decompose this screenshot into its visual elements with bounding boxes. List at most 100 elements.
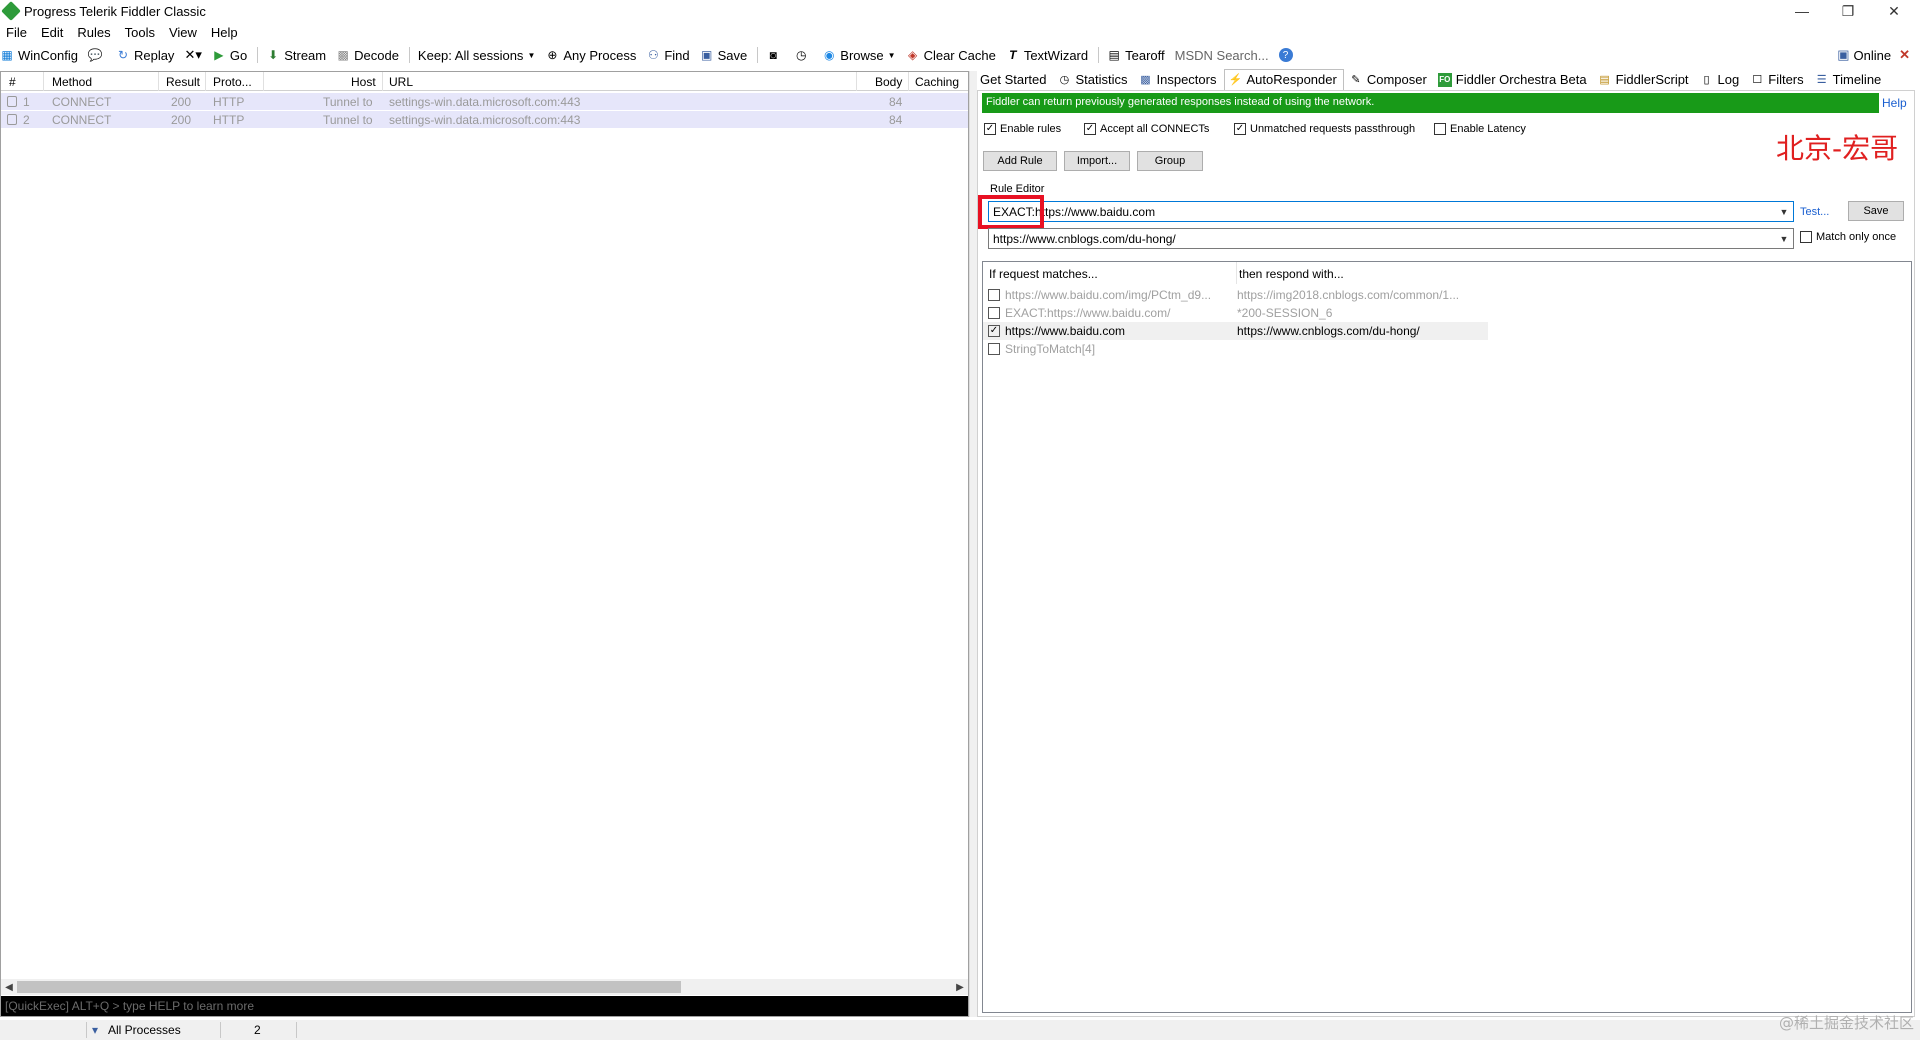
go-button[interactable]: ▶ Go xyxy=(212,48,247,63)
tab-composer[interactable]: ✎ Composer xyxy=(1346,70,1433,90)
col-body[interactable]: Body xyxy=(875,75,902,89)
session-row[interactable]: 2 CONNECT 200 HTTP Tunnel to settings-wi… xyxy=(1,111,968,128)
col-url[interactable]: URL xyxy=(389,75,413,89)
minimize-button[interactable]: — xyxy=(1780,0,1824,22)
tab-log[interactable]: ▯ Log xyxy=(1697,70,1746,90)
rule-row[interactable]: EXACT:https://www.baidu.com/ *200-SESSIO… xyxy=(983,304,1488,322)
save-button[interactable]: ▣ Save xyxy=(700,48,747,63)
horizontal-scrollbar[interactable]: ◀ ▶ xyxy=(1,979,968,995)
stream-button[interactable]: ⬇ Stream xyxy=(266,48,326,63)
tab-statistics[interactable]: ◷ Statistics xyxy=(1054,70,1133,90)
session-protocol: HTTP xyxy=(213,113,245,127)
filter-icon: ☐ xyxy=(1752,74,1763,86)
decode-button[interactable]: ▩ Decode xyxy=(336,48,398,63)
rule-row[interactable]: ✓ https://www.baidu.com https://www.cnbl… xyxy=(983,322,1488,340)
session-host: Tunnel to xyxy=(323,113,373,127)
text-icon: T xyxy=(1009,48,1017,62)
process-filter[interactable]: All Processes xyxy=(108,1023,181,1037)
chevron-down-icon[interactable]: ▼ xyxy=(1777,231,1791,246)
col-protocol[interactable]: Proto... xyxy=(213,75,252,89)
tab-fiddlerscript[interactable]: ▤ FiddlerScript xyxy=(1595,70,1695,90)
rule-checkbox[interactable] xyxy=(988,343,1000,355)
timer-button[interactable]: ◷ xyxy=(794,48,812,62)
tab-filters[interactable]: ☐ Filters xyxy=(1747,70,1809,90)
restore-button[interactable]: ❐ xyxy=(1826,0,1870,22)
match-input[interactable]: EXACT:https://www.baidu.com ▼ xyxy=(988,201,1794,222)
winconfig-button[interactable]: ▦ WinConfig xyxy=(0,48,78,63)
panel-splitter[interactable] xyxy=(969,71,977,1017)
comment-button[interactable]: 💬 xyxy=(88,48,106,62)
menu-rules[interactable]: Rules xyxy=(77,25,110,40)
rule-row[interactable]: https://www.baidu.com/img/PCtm_d9... htt… xyxy=(983,286,1488,304)
unmatched-passthrough-checkbox[interactable]: ✓ Unmatched requests passthrough xyxy=(1234,123,1415,135)
menu-view[interactable]: View xyxy=(169,25,197,40)
textwizard-label: TextWizard xyxy=(1023,47,1089,63)
add-rule-button[interactable]: Add Rule xyxy=(983,151,1057,171)
import-button[interactable]: Import... xyxy=(1064,151,1130,171)
binoculars-icon: ⚇ xyxy=(647,48,659,62)
col-caching[interactable]: Caching xyxy=(915,75,959,89)
rule-checkbox[interactable] xyxy=(988,307,1000,319)
tab-fiddler-orchestra[interactable]: FO Fiddler Orchestra Beta xyxy=(1435,70,1593,90)
accept-connects-checkbox[interactable]: ✓ Accept all CONNECTs xyxy=(1084,123,1209,135)
replay-button[interactable]: ↻ Replay xyxy=(116,47,175,63)
test-link[interactable]: Test... xyxy=(1800,206,1829,218)
enable-rules-checkbox[interactable]: ✓ Enable rules xyxy=(984,123,1061,135)
tearoff-button[interactable]: ▤ Tearoff xyxy=(1107,48,1164,63)
session-body: 84 xyxy=(889,113,903,127)
session-result: 200 xyxy=(171,95,192,109)
col-result[interactable]: Result xyxy=(166,75,200,89)
save-rule-button[interactable]: Save xyxy=(1848,201,1904,221)
replay-icon: ↻ xyxy=(117,48,128,62)
replay-label: Replay xyxy=(133,47,175,63)
online-label: Online xyxy=(1853,47,1892,63)
col-host[interactable]: Host xyxy=(351,75,376,89)
status-divider xyxy=(220,1022,221,1038)
match-column-header[interactable]: If request matches... xyxy=(989,267,1098,281)
response-input[interactable]: https://www.cnblogs.com/du-hong/ ▼ xyxy=(988,228,1794,249)
tab-autoresponder[interactable]: ⚡ AutoResponder xyxy=(1224,69,1344,90)
help-link[interactable]: Help xyxy=(1882,96,1907,110)
online-status[interactable]: ▣ Online ✕ xyxy=(1837,44,1910,66)
help-button[interactable]: ? xyxy=(1278,48,1297,62)
close-toolbar-icon[interactable]: ✕ xyxy=(1899,47,1910,63)
rule-row[interactable]: StringToMatch[4] xyxy=(983,340,1488,358)
menu-edit[interactable]: Edit xyxy=(41,25,63,40)
col-num[interactable]: # xyxy=(9,75,16,89)
session-row[interactable]: 1 CONNECT 200 HTTP Tunnel to settings-wi… xyxy=(1,93,968,110)
match-only-once-checkbox[interactable]: Match only once xyxy=(1800,231,1896,243)
close-button[interactable]: ✕ xyxy=(1872,0,1916,22)
toolbar-divider xyxy=(408,47,410,63)
tab-timeline[interactable]: ☰ Timeline xyxy=(1812,70,1888,90)
checkbox-label: Accept all CONNECTs xyxy=(1100,123,1210,135)
remove-label: ✕▾ xyxy=(184,47,202,62)
tab-get-started[interactable]: Get Started xyxy=(977,70,1052,90)
col-method[interactable]: Method xyxy=(52,75,92,89)
screenshot-button[interactable]: ◙ xyxy=(766,48,784,62)
scroll-right-icon[interactable]: ▶ xyxy=(952,979,968,995)
find-button[interactable]: ⚇ Find xyxy=(646,48,690,63)
clear-cache-button[interactable]: ◈ Clear Cache xyxy=(906,48,996,63)
keep-sessions-dropdown[interactable]: Keep: All sessions ▼ xyxy=(418,48,535,63)
group-button[interactable]: Group xyxy=(1137,151,1203,171)
msdn-search-input[interactable]: MSDN Search... xyxy=(1175,48,1269,63)
quickexec-input[interactable]: [QuickExec] ALT+Q > type HELP to learn m… xyxy=(1,996,968,1016)
enable-latency-checkbox[interactable]: Enable Latency xyxy=(1434,123,1526,135)
textwizard-button[interactable]: T TextWizard xyxy=(1006,48,1088,63)
scroll-thumb[interactable] xyxy=(17,981,681,993)
sessions-panel: # Method Result Proto... Host URL Body C… xyxy=(0,71,969,1017)
any-process-button[interactable]: ⊕ Any Process xyxy=(545,48,636,63)
chevron-down-icon[interactable]: ▼ xyxy=(1777,204,1791,219)
menu-tools[interactable]: Tools xyxy=(125,25,155,40)
tab-inspectors[interactable]: ▩ Inspectors xyxy=(1136,70,1223,90)
menu-file[interactable]: File xyxy=(6,25,27,40)
browse-button[interactable]: ◉ Browse ▼ xyxy=(822,48,896,63)
scroll-left-icon[interactable]: ◀ xyxy=(1,979,17,995)
rule-checkbox[interactable] xyxy=(988,289,1000,301)
rule-checkbox[interactable]: ✓ xyxy=(988,325,1000,337)
remove-button[interactable]: ✕▾ xyxy=(184,47,201,63)
menu-help[interactable]: Help xyxy=(211,25,238,40)
help-icon: ? xyxy=(1278,48,1293,62)
menu-bar: File Edit Rules Tools View Help xyxy=(0,22,252,42)
respond-column-header[interactable]: then respond with... xyxy=(1239,267,1344,281)
